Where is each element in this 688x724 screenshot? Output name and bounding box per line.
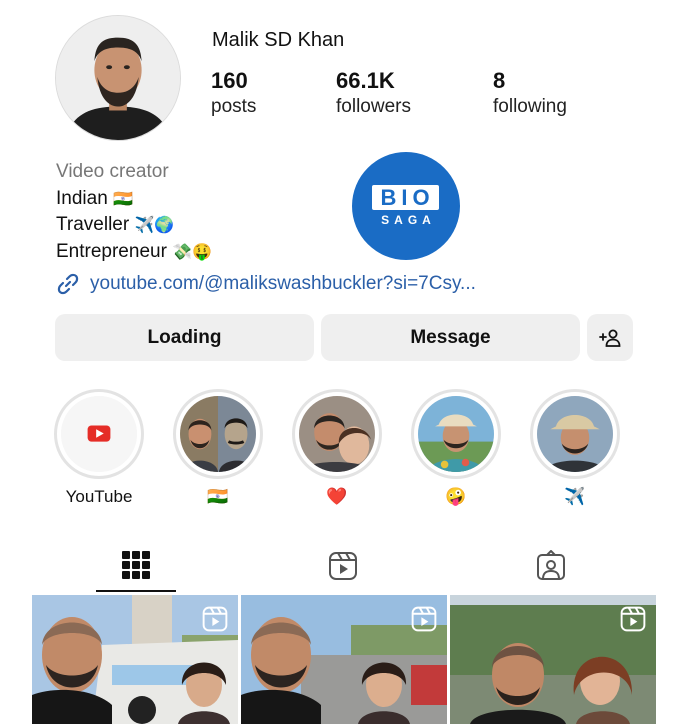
followers-label: followers	[336, 96, 411, 117]
highlight-crazy-face[interactable]: 🤪	[410, 389, 502, 507]
stat-following[interactable]: 8 following	[493, 68, 567, 119]
follow-button[interactable]: Loading	[55, 314, 314, 361]
bio-link[interactable]: youtube.com/@malikswashbuckler?si=7Csy..…	[56, 272, 476, 296]
tab-tagged[interactable]	[511, 540, 591, 592]
profile-bio: Video creator Indian 🇮🇳 Traveller ✈️🌍 En…	[56, 159, 212, 265]
highlight-airplane[interactable]: ✈️	[529, 389, 621, 507]
bio-line-3-text: Entrepreneur	[56, 240, 167, 262]
profile-photo	[56, 16, 180, 140]
highlight-cover	[299, 396, 375, 472]
highlight-caption: 🇮🇳	[207, 487, 229, 507]
profile-username: Malik SD Khan	[212, 29, 345, 51]
profile-avatar[interactable]	[55, 15, 181, 141]
highlight-india[interactable]: 🇮🇳	[172, 389, 264, 507]
money-face-icon: 💸🤑	[172, 241, 213, 261]
message-button[interactable]: Message	[321, 314, 580, 361]
tab-reels[interactable]	[303, 540, 383, 592]
india-flag-icon: 🇮🇳	[113, 188, 133, 208]
bio-line-1-text: Indian	[56, 187, 108, 209]
posts-label: posts	[211, 96, 257, 117]
bio-saga-logo-title: BIO	[372, 185, 439, 210]
bio-line-2-text: Traveller	[56, 214, 130, 235]
follow-button-label: Loading	[147, 326, 222, 348]
posts-count: 160	[211, 68, 248, 93]
highlight-cover	[418, 396, 494, 472]
bio-saga-logo: BIO SAGA	[352, 152, 460, 260]
reel-badge-icon	[620, 606, 646, 632]
posts-grid	[32, 595, 656, 724]
airplane-globe-icon: ✈️🌍	[134, 215, 175, 234]
bio-category: Video creator	[56, 161, 169, 182]
highlight-caption: 🤪	[445, 487, 467, 507]
following-count: 8	[493, 68, 506, 93]
bio-saga-logo-subtitle: SAGA	[381, 213, 436, 227]
bio-link-text: youtube.com/@malikswashbuckler?si=7Csy..…	[90, 273, 476, 294]
following-label: following	[493, 96, 567, 117]
grid-icon	[122, 551, 150, 579]
reel-badge-icon	[202, 606, 228, 632]
highlight-caption: ❤️	[326, 487, 348, 507]
bio-line-2: Traveller ✈️🌍	[56, 212, 212, 239]
highlight-heart[interactable]: ❤️	[291, 389, 383, 507]
post-thumbnail[interactable]	[450, 595, 656, 724]
tagged-icon	[537, 550, 565, 580]
add-user-button[interactable]	[587, 314, 633, 361]
highlight-youtube[interactable]: YouTube	[53, 389, 145, 507]
add-user-icon	[599, 329, 621, 347]
bio-line-1: Indian 🇮🇳	[56, 186, 212, 213]
bio-line-3: Entrepreneur 💸🤑	[56, 239, 212, 266]
post-thumbnail[interactable]	[32, 595, 238, 724]
highlight-cover	[537, 396, 613, 472]
stat-posts[interactable]: 160 posts	[211, 68, 256, 119]
followers-count: 66.1K	[336, 68, 395, 93]
post-thumbnail[interactable]	[241, 595, 447, 724]
tab-grid[interactable]	[96, 540, 176, 592]
highlight-caption: ✈️	[564, 487, 586, 507]
message-button-label: Message	[410, 326, 491, 348]
stat-followers[interactable]: 66.1K followers	[336, 68, 411, 119]
reel-badge-icon	[411, 606, 437, 632]
youtube-icon	[61, 396, 137, 472]
link-icon	[57, 273, 79, 295]
reels-icon	[329, 552, 357, 580]
highlight-cover	[180, 396, 256, 472]
highlight-caption: YouTube	[65, 487, 133, 506]
